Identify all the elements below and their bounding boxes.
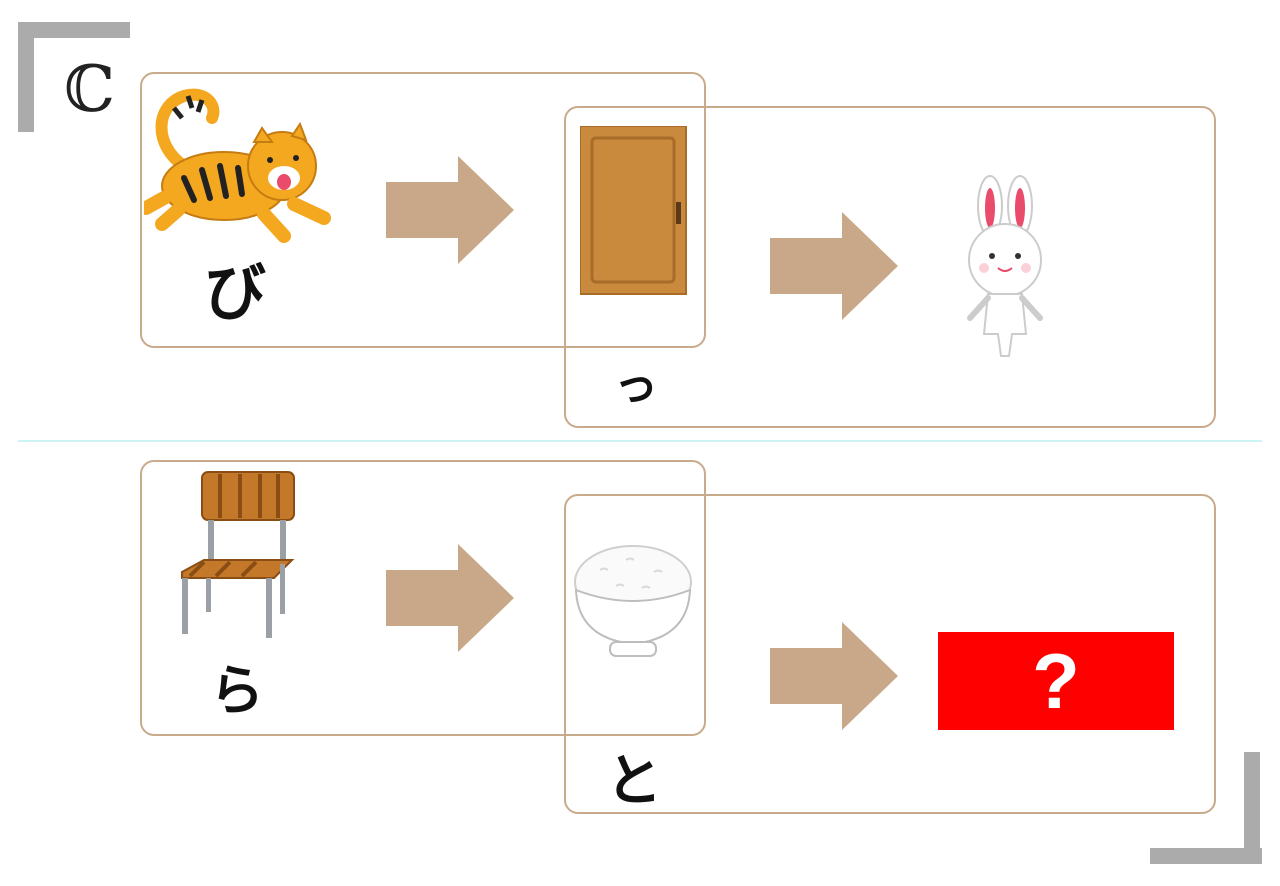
arrow-icon xyxy=(770,622,898,730)
rabbit-icon xyxy=(960,172,1050,362)
corner-bracket-top-left xyxy=(18,22,130,38)
row1-first-kana: び xyxy=(204,256,267,329)
tiger-icon xyxy=(144,86,334,246)
row2-second-kana: と xyxy=(606,749,662,814)
door-icon xyxy=(580,126,688,296)
row1-second-kana: っ xyxy=(614,360,658,411)
row2-first-kana: ら xyxy=(210,659,264,722)
arrow-icon xyxy=(770,212,898,320)
answer-question-box[interactable]: ? xyxy=(938,632,1174,730)
corner-bracket-top-left-vertical xyxy=(18,22,34,132)
arrow-icon xyxy=(386,156,514,264)
rice-bowl-icon xyxy=(570,542,696,664)
row-divider xyxy=(18,440,1262,442)
chair-icon xyxy=(174,468,298,644)
corner-bracket-bottom-right-vertical xyxy=(1244,752,1260,864)
arrow-icon xyxy=(386,544,514,652)
puzzle-letter: ℂ xyxy=(64,53,115,127)
question-mark: ? xyxy=(1032,636,1080,725)
